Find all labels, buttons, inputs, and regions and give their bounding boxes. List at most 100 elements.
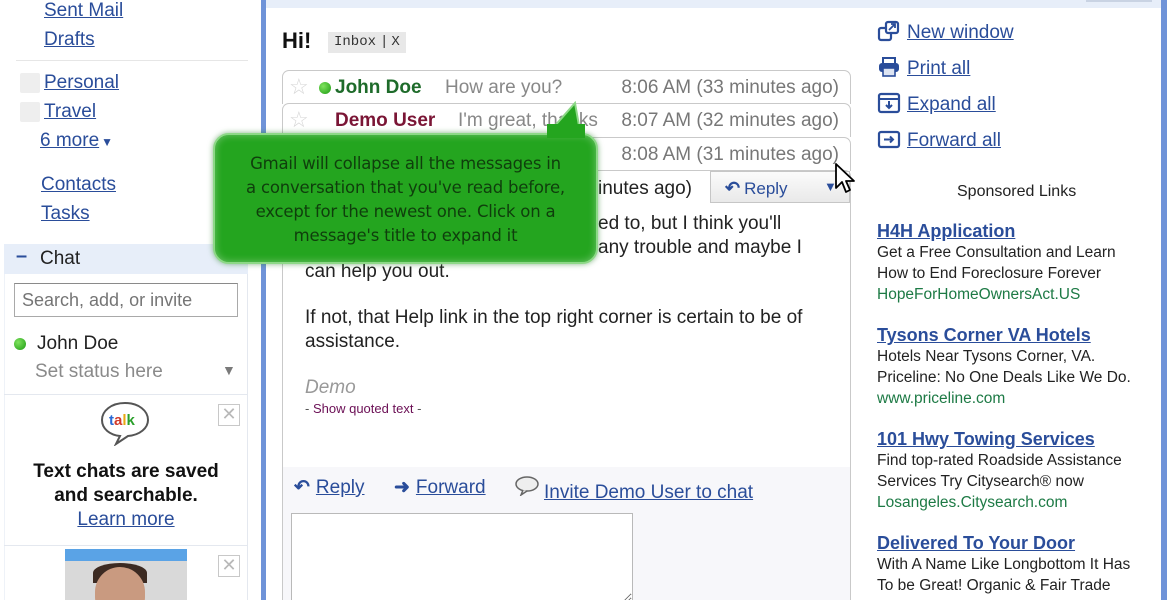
show-quoted-text-label[interactable]: Show quoted text — [313, 401, 413, 416]
message-time: inutes ago) — [598, 178, 693, 199]
ad-description: To be Great! Organic & Fair Trade — [877, 577, 1111, 594]
label-chip-text[interactable]: Inbox — [334, 34, 376, 50]
label-chip-inbox[interactable]: Inbox | X — [328, 32, 406, 53]
mouse-cursor-icon — [835, 163, 855, 193]
print-all-label[interactable]: Print all — [907, 58, 970, 79]
label-chip-separator: | — [380, 34, 389, 50]
forward-link[interactable]: ➜ Forward — [394, 476, 486, 499]
sponsored-ad: 101 Hwy Towing Services Find top-rated R… — [877, 428, 1147, 513]
message-snippet: How are you? — [445, 77, 563, 98]
reply-button[interactable]: ↶ Reply — [710, 171, 813, 203]
message-body-line: If not, that Help link in the top right … — [305, 307, 803, 328]
nav-tasks[interactable]: Tasks — [41, 203, 90, 225]
ad-url[interactable]: HopeForHomeOwnersAct.US — [877, 284, 1147, 305]
nav-divider — [16, 60, 248, 61]
more-labels-text: 6 more — [40, 130, 100, 151]
dropdown-arrow-icon: ▼ — [101, 135, 114, 149]
reply-link[interactable]: ↶ Reply — [294, 476, 365, 499]
new-window-link[interactable]: New window — [877, 20, 1014, 44]
ad-title-link[interactable]: Delivered To Your Door — [877, 532, 1147, 554]
forward-all-label[interactable]: Forward all — [907, 130, 1001, 151]
close-video-promo-icon[interactable]: ✕ — [218, 555, 240, 577]
message-time: 8:08 AM (31 minutes ago) — [621, 144, 839, 165]
ad-title-link[interactable]: H4H Application — [877, 220, 1147, 242]
status-message-field[interactable]: Set status here — [35, 361, 163, 383]
ad-description: Get a Free Consultation and Learn — [877, 244, 1116, 261]
ad-description: Services Try Citysearch® now — [877, 473, 1084, 490]
sponsored-ad: Tysons Corner VA Hotels Hotels Near Tyso… — [877, 324, 1147, 409]
message-sender: Demo User — [335, 110, 436, 131]
chat-search-input[interactable] — [14, 283, 238, 317]
chat-header[interactable]: – Chat — [4, 244, 248, 274]
close-promo-icon[interactable]: ✕ — [218, 404, 240, 426]
reply-link-label[interactable]: Reply — [316, 477, 365, 498]
message-time: 8:06 AM (33 minutes ago) — [621, 77, 839, 98]
nav-label-personal[interactable]: Personal — [44, 72, 119, 94]
reply-button-label: Reply — [744, 179, 788, 198]
quick-reply-textarea[interactable] — [291, 513, 633, 600]
label-color-swatch[interactable] — [20, 73, 40, 93]
reply-arrow-icon: ↶ — [725, 178, 741, 198]
chat-divider — [4, 394, 248, 395]
expand-icon — [877, 92, 901, 114]
video-window-titlebar — [65, 549, 187, 561]
message-body-line: any trouble and maybe I — [598, 237, 802, 258]
chat-divider — [4, 545, 248, 546]
new-window-icon — [877, 20, 900, 42]
status-dropdown-icon[interactable]: ▼ — [222, 362, 236, 378]
reply-arrow-icon: ↶ — [294, 477, 310, 498]
ad-title-link[interactable]: Tysons Corner VA Hotels — [877, 324, 1147, 346]
forward-all-link[interactable]: Forward all — [877, 128, 1001, 152]
toolbar-box — [1086, 0, 1152, 2]
invite-to-chat-link[interactable]: Invite Demo User to chat — [514, 476, 753, 504]
chat-title: Chat — [40, 248, 81, 269]
label-color-swatch[interactable] — [20, 102, 40, 122]
main-frame-border — [261, 0, 266, 600]
video-chat-thumbnail[interactable] — [65, 549, 187, 600]
message-body-line: can help you out. — [305, 261, 450, 282]
collapse-chat-icon[interactable]: – — [16, 245, 27, 268]
invite-link-label[interactable]: Invite Demo User to chat — [544, 482, 753, 503]
chat-bubble-icon — [515, 476, 539, 496]
star-icon[interactable]: ☆ — [289, 74, 309, 100]
nav-label-travel[interactable]: Travel — [44, 101, 96, 123]
nav-more-labels[interactable]: 6 more ▼ — [40, 130, 113, 152]
remove-label-icon[interactable]: X — [391, 34, 399, 50]
chat-self-name: John Doe — [37, 333, 119, 354]
print-all-link[interactable]: Print all — [877, 56, 970, 80]
show-quoted-text-link[interactable]: - Show quoted text - — [305, 401, 421, 416]
forward-arrow-icon: ➜ — [394, 477, 410, 498]
forward-all-icon — [877, 130, 901, 149]
sponsored-ad: Delivered To Your Door With A Name Like … — [877, 532, 1147, 596]
learn-more-link[interactable]: Learn more — [4, 509, 248, 531]
tooltip-line: except for the newest one. Click on a — [255, 202, 556, 221]
tooltip-pointer-join — [547, 124, 585, 138]
ad-description: Hotels Near Tysons Corner, VA. — [877, 348, 1096, 365]
tooltip-line: Gmail will collapse all the messages in — [250, 154, 561, 173]
sponsored-links-heading: Sponsored Links — [957, 183, 1077, 200]
nav-sent-mail[interactable]: Sent Mail — [44, 0, 123, 22]
sponsored-ad: H4H Application Get a Free Consultation … — [877, 220, 1147, 305]
quoted-dash: - — [417, 401, 422, 416]
expand-all-link[interactable]: Expand all — [877, 92, 996, 116]
presence-online-icon — [319, 82, 331, 94]
presence-online-icon — [14, 338, 26, 350]
ad-url[interactable]: Losangeles.Citysearch.com — [877, 492, 1147, 513]
ad-url[interactable]: www.priceline.com — [877, 388, 1147, 409]
google-talk-logo-icon: talk — [100, 401, 150, 446]
star-icon[interactable]: ☆ — [289, 107, 309, 133]
ad-title-link[interactable]: 101 Hwy Towing Services — [877, 428, 1147, 450]
collapsed-message[interactable]: ☆ John Doe How are you? 8:06 AM (33 minu… — [282, 70, 851, 104]
chat-promo-text: Text chats are saved and searchable. — [4, 460, 248, 508]
new-window-label[interactable]: New window — [907, 22, 1014, 43]
expand-all-label[interactable]: Expand all — [907, 94, 996, 115]
forward-link-label[interactable]: Forward — [416, 477, 486, 498]
message-sender: John Doe — [335, 77, 422, 98]
tooltip-text: Gmail will collapse all the messages in … — [213, 152, 598, 248]
message-body-line: assistance. — [305, 331, 401, 352]
toolbar-band — [266, 0, 1161, 8]
tooltip-line: a conversation that you've read before, — [246, 178, 565, 197]
ad-description: Find top-rated Roadside Assistance — [877, 452, 1122, 469]
nav-contacts[interactable]: Contacts — [41, 174, 116, 196]
nav-drafts[interactable]: Drafts — [44, 29, 95, 51]
